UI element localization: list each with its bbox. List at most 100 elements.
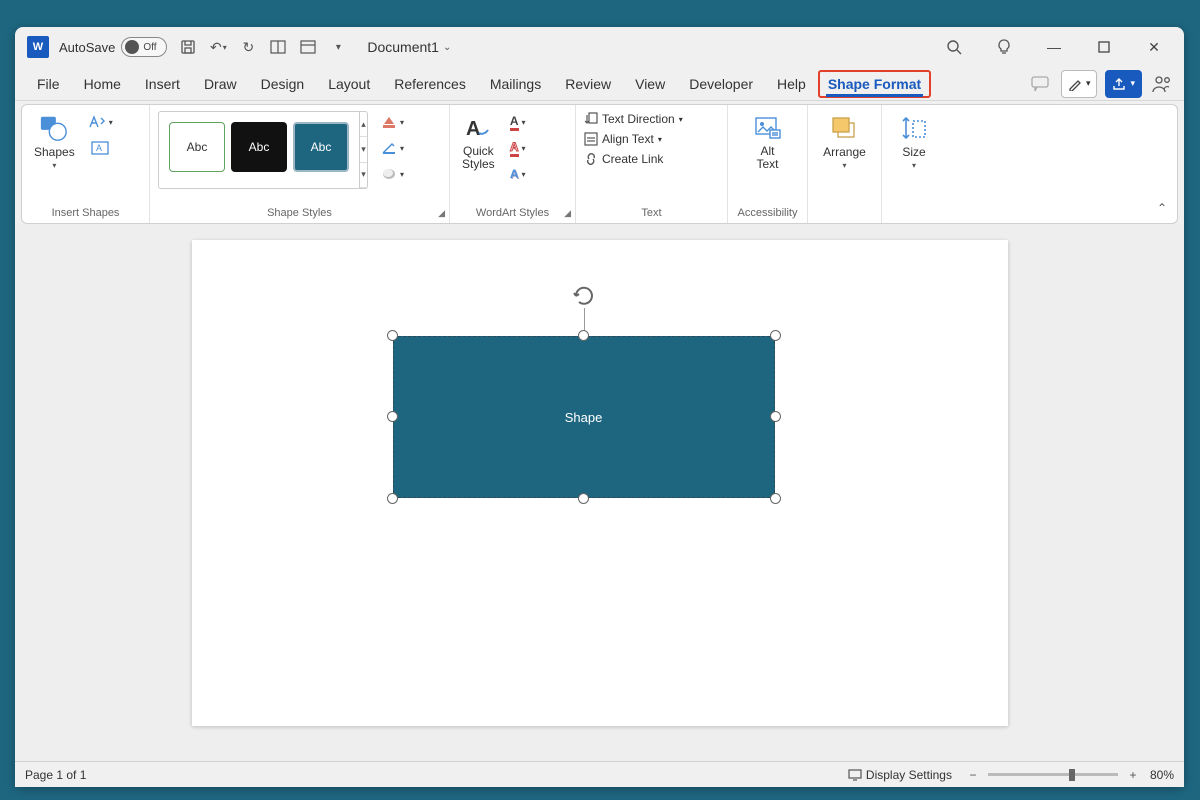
qat-icon-2[interactable]: [295, 34, 321, 60]
selected-shape[interactable]: Shape: [393, 336, 775, 498]
comments-icon[interactable]: [1027, 71, 1053, 97]
group-insert-shapes: Shapes ▾ ▾ A Insert Shapes: [22, 105, 150, 223]
autosave-toggle[interactable]: Off: [121, 37, 167, 57]
display-settings-button[interactable]: Display Settings: [866, 768, 952, 782]
resize-handle-r[interactable]: [770, 411, 781, 422]
text-fill-button[interactable]: A▾: [505, 111, 531, 133]
tab-mailings[interactable]: Mailings: [478, 70, 553, 98]
text-outline-button[interactable]: A▾: [505, 137, 531, 159]
group-label: Accessibility: [736, 207, 799, 221]
alt-text-label: Alt Text: [756, 145, 778, 171]
page[interactable]: Shape: [192, 240, 1008, 726]
tab-draw[interactable]: Draw: [192, 70, 249, 98]
tab-layout[interactable]: Layout: [316, 70, 382, 98]
tab-review[interactable]: Review: [553, 70, 623, 98]
maximize-button[interactable]: [1090, 33, 1118, 61]
document-canvas[interactable]: Shape: [15, 224, 1184, 761]
doc-name: Document1: [367, 39, 439, 55]
zoom-slider[interactable]: [988, 773, 1118, 776]
shape-effects-button[interactable]: ▾: [378, 163, 407, 185]
text-effects-button[interactable]: A▾: [505, 163, 531, 185]
undo-icon[interactable]: ↶▾: [205, 34, 231, 60]
group-label: Shape Styles: [158, 207, 441, 221]
zoom-in-button[interactable]: +: [1126, 768, 1140, 782]
text-direction-button[interactable]: Text Direction▾: [584, 111, 683, 127]
collapse-ribbon-icon[interactable]: ⌃: [1157, 201, 1167, 215]
alt-text-button[interactable]: Alt Text: [749, 111, 787, 173]
tab-file[interactable]: File: [25, 70, 72, 98]
alt-text-icon: [753, 113, 783, 143]
resize-handle-t[interactable]: [578, 330, 589, 341]
redo-icon[interactable]: ↻: [235, 34, 261, 60]
group-label: [816, 207, 873, 221]
resize-handle-br[interactable]: [770, 493, 781, 504]
zoom-level[interactable]: 80%: [1150, 768, 1174, 782]
group-accessibility: Alt Text Accessibility: [728, 105, 808, 223]
align-text-button[interactable]: Align Text▾: [584, 131, 662, 147]
qat-more-icon[interactable]: ▾: [325, 34, 351, 60]
word-app-icon: W: [27, 36, 49, 58]
group-label: Text: [584, 207, 719, 221]
shapes-icon: [39, 113, 69, 143]
rotate-handle[interactable]: [572, 284, 596, 308]
title-right: — ✕: [940, 33, 1178, 61]
size-label: Size: [902, 145, 925, 159]
display-settings-icon[interactable]: [848, 769, 862, 781]
zoom-thumb[interactable]: [1069, 769, 1075, 781]
shape-text[interactable]: Shape: [565, 410, 603, 425]
tab-design[interactable]: Design: [249, 70, 317, 98]
tab-help[interactable]: Help: [765, 70, 818, 98]
quick-styles-label: Quick Styles: [462, 145, 495, 171]
shapes-label: Shapes: [34, 145, 75, 159]
lightbulb-icon[interactable]: [990, 33, 1018, 61]
edit-shape-button[interactable]: ▾: [85, 111, 116, 133]
svg-text:A: A: [466, 118, 480, 140]
editing-mode-button[interactable]: ▾: [1061, 70, 1098, 98]
tab-shape-format[interactable]: Shape Format: [818, 70, 931, 98]
gallery-spinner[interactable]: ▴▾▾: [359, 112, 367, 188]
page-indicator[interactable]: Page 1 of 1: [25, 768, 86, 782]
shape-outline-button[interactable]: ▾: [378, 137, 407, 159]
size-button[interactable]: Size ▾: [895, 111, 933, 172]
status-bar: Page 1 of 1 Display Settings − + 80%: [15, 761, 1184, 787]
tab-home[interactable]: Home: [72, 70, 133, 98]
style-swatch-1[interactable]: Abc: [169, 122, 225, 172]
create-link-button[interactable]: Create Link: [584, 151, 663, 167]
shape-rectangle[interactable]: Shape: [393, 336, 775, 498]
shapes-button[interactable]: Shapes ▾: [30, 111, 79, 172]
document-title[interactable]: Document1 ⌄: [367, 39, 451, 55]
size-icon: [899, 113, 929, 143]
resize-handle-tl[interactable]: [387, 330, 398, 341]
search-icon[interactable]: [940, 33, 968, 61]
tab-references[interactable]: References: [382, 70, 478, 98]
group-wordart: A Quick Styles A▾ A▾ A▾ WordArt Styles ◢: [450, 105, 576, 223]
save-icon[interactable]: [175, 34, 201, 60]
tab-insert[interactable]: Insert: [133, 70, 192, 98]
resize-handle-b[interactable]: [578, 493, 589, 504]
dialog-launcher-icon[interactable]: ◢: [438, 208, 445, 219]
resize-handle-bl[interactable]: [387, 493, 398, 504]
ribbon: Shapes ▾ ▾ A Insert Shapes Abc Abc Abc: [21, 104, 1178, 224]
dialog-launcher-icon[interactable]: ◢: [564, 208, 571, 219]
resize-handle-l[interactable]: [387, 411, 398, 422]
account-icon[interactable]: [1150, 72, 1174, 96]
group-label: WordArt Styles: [458, 207, 567, 221]
quick-styles-button[interactable]: A Quick Styles: [458, 111, 499, 173]
text-box-button[interactable]: A: [85, 137, 116, 159]
resize-handle-tr[interactable]: [770, 330, 781, 341]
arrange-button[interactable]: Arrange ▾: [819, 111, 870, 172]
zoom-out-button[interactable]: −: [966, 768, 980, 782]
qat-icon-1[interactable]: [265, 34, 291, 60]
close-button[interactable]: ✕: [1140, 33, 1168, 61]
ribbon-tabs: File Home Insert Draw Design Layout Refe…: [15, 67, 1184, 101]
minimize-button[interactable]: —: [1040, 33, 1068, 61]
tab-view[interactable]: View: [623, 70, 677, 98]
tab-developer[interactable]: Developer: [677, 70, 765, 98]
style-swatch-2[interactable]: Abc: [231, 122, 287, 172]
style-gallery[interactable]: Abc Abc Abc ▴▾▾: [158, 111, 368, 189]
style-swatch-3[interactable]: Abc: [293, 122, 349, 172]
rotate-connector: [584, 308, 585, 330]
toggle-knob: [125, 40, 139, 54]
shape-fill-button[interactable]: ▾: [378, 111, 407, 133]
share-button[interactable]: ▾: [1105, 70, 1142, 98]
